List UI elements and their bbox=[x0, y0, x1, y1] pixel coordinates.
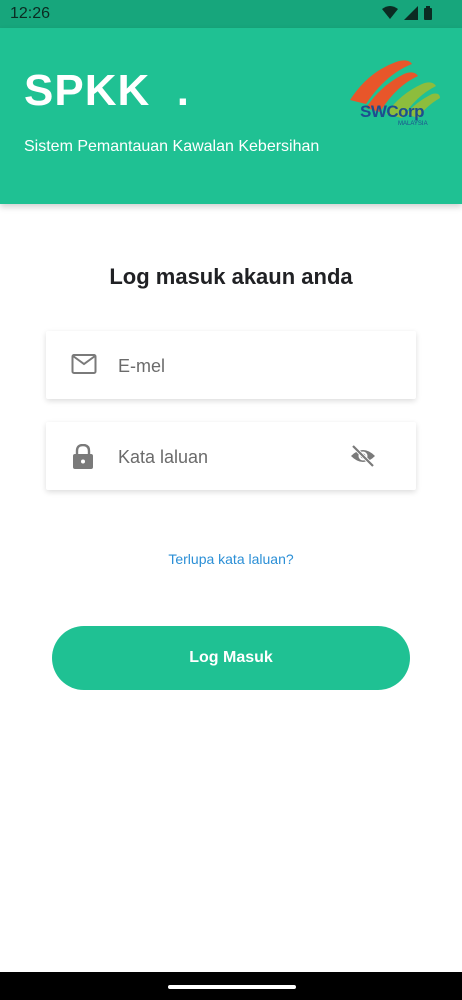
swcorp-logo: SWCorp MALAYSIA bbox=[346, 52, 442, 132]
status-icons bbox=[382, 6, 432, 20]
home-gesture-handle[interactable] bbox=[168, 985, 296, 989]
password-input[interactable] bbox=[116, 436, 350, 478]
app-header: SPKK . Sistem Pemantauan Kawalan Kebersi… bbox=[0, 28, 462, 204]
password-field[interactable] bbox=[46, 422, 416, 490]
app-subtitle: Sistem Pemantauan Kawalan Kebersihan bbox=[24, 138, 320, 155]
navigation-bar bbox=[0, 972, 462, 1000]
app-title: SPKK . bbox=[24, 66, 190, 115]
mail-icon bbox=[71, 354, 97, 374]
login-title: Log masuk akaun anda bbox=[109, 264, 353, 289]
logo-text: SWCorp bbox=[360, 102, 425, 121]
visibility-off-icon[interactable] bbox=[349, 444, 377, 468]
wifi-icon bbox=[382, 6, 398, 19]
signal-icon bbox=[404, 6, 418, 20]
email-input[interactable] bbox=[116, 345, 350, 387]
lock-icon bbox=[73, 444, 93, 469]
email-field[interactable] bbox=[46, 331, 416, 399]
logo-subtext: MALAYSIA bbox=[398, 121, 428, 127]
status-bar: 12:26 bbox=[0, 0, 462, 28]
forgot-password-link[interactable]: Terlupa kata laluan? bbox=[0, 551, 462, 567]
login-button[interactable]: Log Masuk bbox=[52, 626, 410, 690]
battery-icon bbox=[424, 6, 432, 20]
status-time: 12:26 bbox=[10, 5, 51, 22]
